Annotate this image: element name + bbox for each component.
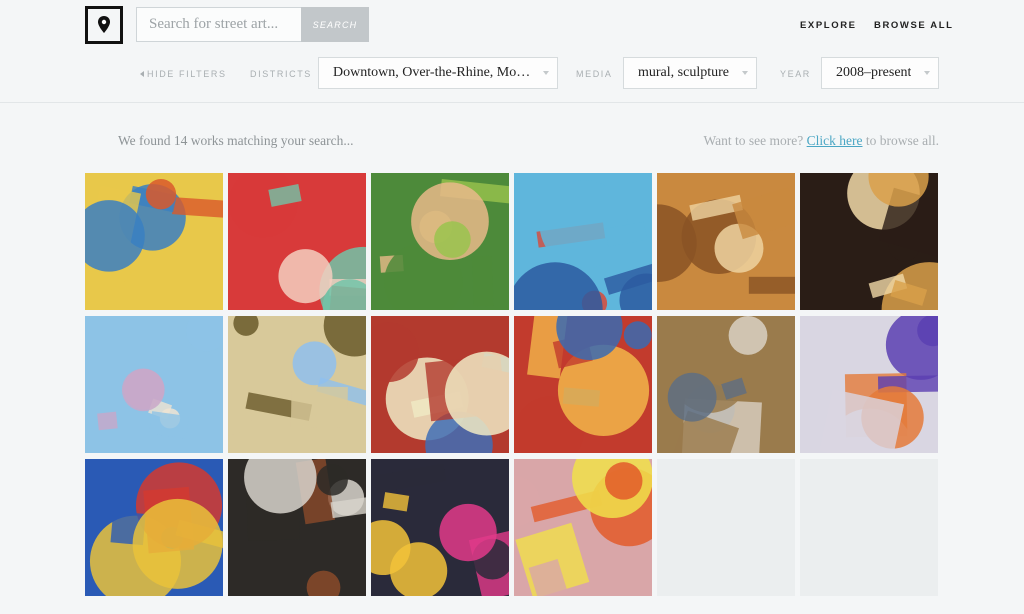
caret-left-icon [140,71,144,77]
building-side-mural-image [657,316,795,453]
hide-filters-label: HIDE FILTERS [147,69,227,79]
artwork-thumbnail[interactable] [514,459,652,596]
year-label: YEAR [780,69,811,79]
artwork-thumbnail[interactable] [85,316,223,453]
nav-browse-all[interactable]: BROWSE ALL [874,20,954,31]
artwork-thumbnail[interactable] [657,173,795,310]
confetti-wall-image [371,459,509,596]
artwork-thumbnail[interactable] [228,173,366,310]
logo[interactable] [85,6,123,44]
artwork-thumbnail[interactable] [657,316,795,453]
man-in-tv-frame-image [800,173,938,310]
more-prefix: Want to see more? [703,133,804,148]
artwork-thumbnail[interactable] [85,459,223,596]
hide-filters-toggle[interactable]: HIDE FILTERS [140,69,227,79]
artwork-thumbnail[interactable] [371,459,509,596]
lettering-closeup-image [228,459,366,596]
artwork-thumbnail[interactable] [228,459,366,596]
colorful-wall-mural-image [514,316,652,453]
woman-heart-glasses-image [228,173,366,310]
top-header: SEARCH EXPLORE BROWSE ALL HIDE FILTERS D… [0,0,1024,103]
search-input[interactable] [136,7,302,42]
artwork-thumbnail[interactable] [371,173,509,310]
map-pin-icon [98,16,110,33]
empty-tile [657,459,795,596]
neon-graffiti-wall-image [371,316,509,453]
media-select[interactable]: mural, sculpture [623,57,757,89]
facade-with-figure-image [228,316,366,453]
districts-select[interactable]: Downtown, Over-the-Rhine, Mou... [318,57,558,89]
chevron-down-icon [742,71,748,75]
nav-explore[interactable]: EXPLORE [800,20,857,31]
year-value: 2008–present [836,65,912,80]
artist-on-lift-image [514,459,652,596]
artwork-thumbnail[interactable] [800,316,938,453]
browse-more-prompt: Want to see more? Click here to browse a… [704,133,939,149]
year-select[interactable]: 2008–present [821,57,939,89]
search-button[interactable]: SEARCH [301,7,369,42]
chevron-down-icon [543,71,549,75]
bridge-painting-image [85,459,223,596]
artwork-thumbnail[interactable] [514,173,652,310]
artwork-thumbnail[interactable] [228,316,366,453]
woman-sepia-portrait-image [657,173,795,310]
empty-tile [800,459,938,596]
painted-face-wall-image [800,316,938,453]
mosaic-of-hands-image [85,173,223,310]
click-here-link[interactable]: Click here [807,133,863,148]
media-value: mural, sculpture [638,65,729,80]
media-label: MEDIA [576,69,613,79]
districts-label: DISTRICTS [250,69,312,79]
districts-value: Downtown, Over-the-Rhine, Mou... [333,65,533,80]
results-summary: We found 14 works matching your search..… [118,133,354,148]
artwork-thumbnail[interactable] [800,173,938,310]
blue-sky-kites-image [514,173,652,310]
george-washington-image [85,316,223,453]
chevron-down-icon [924,71,930,75]
artwork-thumbnail[interactable] [514,316,652,453]
artwork-thumbnail[interactable] [371,316,509,453]
artwork-thumbnail[interactable] [85,173,223,310]
child-laughing-image [371,173,509,310]
more-suffix: to browse all. [865,133,939,148]
